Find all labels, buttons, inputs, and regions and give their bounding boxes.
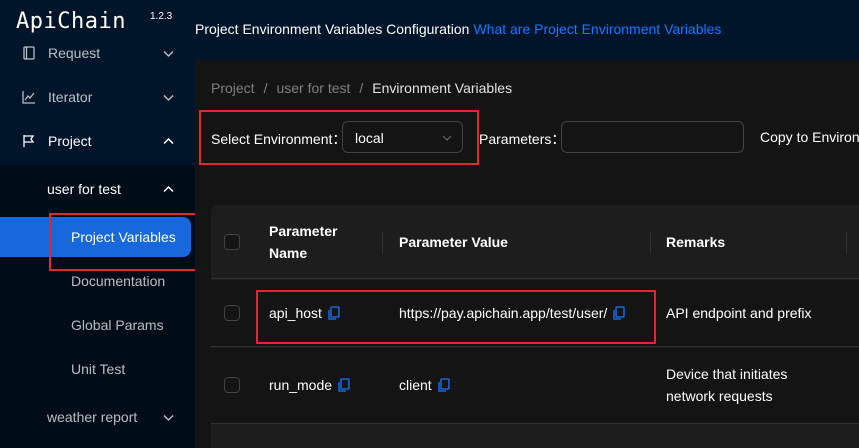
params-input[interactable] bbox=[561, 121, 744, 153]
copy-icon[interactable] bbox=[613, 306, 625, 320]
breadcrumb-item-project[interactable]: Project bbox=[211, 80, 255, 96]
breadcrumb-item-user-for-test[interactable]: user for test bbox=[276, 80, 350, 96]
env-variables-table: Parameter Name Parameter Value Remarks a… bbox=[211, 205, 859, 448]
column-header-name: Parameter Name bbox=[269, 223, 338, 261]
row-checkbox[interactable] bbox=[224, 377, 240, 393]
sidebar-item-label: Documentation bbox=[71, 273, 166, 289]
column-divider bbox=[382, 232, 383, 254]
sidebar-item-label: Project bbox=[48, 133, 92, 149]
submenu-label: user for test bbox=[47, 181, 121, 197]
copy-to-environment[interactable]: Copy to Environ bbox=[760, 129, 859, 145]
chevron-down-icon bbox=[442, 135, 452, 141]
breadcrumb-separator: / bbox=[263, 80, 268, 96]
submenu-label: weather report bbox=[47, 409, 138, 425]
table-header: Parameter Name Parameter Value Remarks bbox=[211, 205, 859, 279]
page-title-text: Project Environment Variables Configurat… bbox=[195, 21, 470, 37]
remarks-cell: API endpoint and prefix bbox=[666, 305, 812, 321]
sidebar-item-project-variables[interactable]: Project Variables bbox=[0, 217, 191, 257]
chevron-up-icon bbox=[163, 137, 174, 144]
sidebar-item-documentation[interactable]: Documentation bbox=[0, 261, 195, 301]
request-icon bbox=[23, 46, 35, 60]
breadcrumb: Project / user for test / Environment Variab… bbox=[211, 80, 512, 96]
app-version: 1.2.3 bbox=[150, 11, 173, 22]
chevron-down-icon bbox=[163, 50, 174, 57]
select-all-checkbox[interactable] bbox=[224, 234, 240, 250]
sidebar-item-request[interactable]: Request bbox=[0, 31, 195, 75]
copy-icon[interactable] bbox=[438, 378, 450, 392]
params-label: Parameters： bbox=[479, 131, 566, 147]
param-value-cell: client bbox=[399, 374, 450, 396]
environment-select-value: local bbox=[355, 130, 384, 146]
submenu-user-for-test[interactable]: user for test bbox=[0, 167, 195, 211]
copy-icon[interactable] bbox=[338, 378, 350, 392]
column-header-remarks: Remarks bbox=[666, 234, 726, 250]
sidebar-item-label: Request bbox=[48, 45, 101, 61]
environment-select[interactable]: local bbox=[342, 121, 463, 153]
param-name: run_mode bbox=[269, 377, 333, 393]
param-name: api_host bbox=[269, 305, 322, 321]
help-link[interactable]: What are Project Environment Variables bbox=[473, 21, 721, 37]
param-value: https://pay.apichain.app/test/user/ bbox=[399, 305, 608, 321]
page-title: Project Environment Variables Configurat… bbox=[195, 21, 721, 37]
table-row: run_mode client Device that initiates ne… bbox=[211, 348, 859, 424]
row-checkbox[interactable] bbox=[224, 305, 240, 321]
sidebar-item-label: Iterator bbox=[48, 89, 93, 105]
column-header-value: Parameter Value bbox=[399, 234, 508, 250]
iterator-icon bbox=[22, 91, 35, 104]
chevron-down-icon bbox=[163, 414, 174, 421]
submenu-weather-report[interactable]: weather report bbox=[0, 395, 195, 439]
param-name-cell: run_mode bbox=[269, 374, 350, 396]
breadcrumb-separator: / bbox=[359, 80, 364, 96]
column-divider bbox=[846, 232, 847, 254]
sidebar-item-label: Unit Test bbox=[71, 361, 126, 377]
flag-icon bbox=[23, 135, 35, 147]
sidebar-item-project[interactable]: Project bbox=[0, 119, 195, 163]
sidebar-item-label: Project Variables bbox=[71, 229, 176, 245]
param-value-cell: https://pay.apichain.app/test/user/ bbox=[399, 302, 625, 324]
sidebar-item-unit-test[interactable]: Unit Test bbox=[0, 349, 195, 389]
column-divider bbox=[650, 232, 651, 254]
env-label: Select Environment： bbox=[211, 131, 347, 147]
param-name-cell: api_host bbox=[269, 302, 340, 324]
sidebar: ApiChain 1.2.3 Request Iterator Project … bbox=[0, 0, 195, 448]
table-row: api_host https://pay.apichain.app/test/u… bbox=[211, 280, 859, 347]
copy-icon[interactable] bbox=[328, 306, 340, 320]
breadcrumb-item-current: Environment Variables bbox=[372, 80, 513, 96]
param-value: client bbox=[399, 377, 432, 393]
chevron-down-icon bbox=[163, 94, 174, 101]
sidebar-item-iterator[interactable]: Iterator bbox=[0, 75, 195, 119]
remarks-cell: Device that initiates network requests bbox=[666, 366, 788, 404]
chevron-up-icon bbox=[163, 185, 174, 192]
sidebar-item-global-params[interactable]: Global Params bbox=[0, 305, 195, 345]
sidebar-item-label: Global Params bbox=[71, 317, 164, 333]
